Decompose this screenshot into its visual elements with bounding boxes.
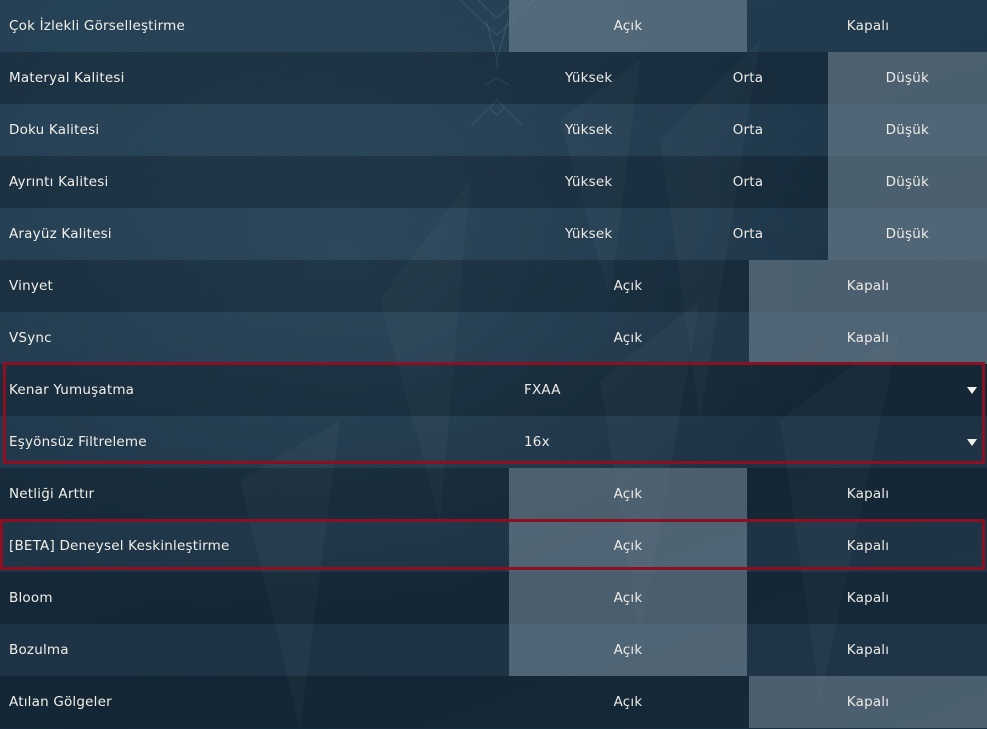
setting-label: Netliği Arttır: [9, 486, 95, 502]
setting-label: [BETA] Deneysel Keskinleştirme: [9, 538, 230, 554]
setting-label: Atılan Gölgeler: [9, 694, 112, 710]
setting-row-bloom: Bloom Açık Kapalı: [0, 572, 987, 624]
caret-down-icon: [967, 386, 977, 394]
toggle-group: Açık Kapalı: [509, 572, 987, 624]
option-on-button[interactable]: Açık: [509, 520, 747, 572]
toggle-group: Açık Kapalı: [509, 312, 987, 364]
option-medium-button[interactable]: Orta: [668, 52, 827, 104]
option-off-button[interactable]: Kapalı: [749, 520, 987, 572]
setting-label: Arayüz Kalitesi: [9, 226, 112, 242]
toggle-group: Açık Kapalı: [509, 520, 987, 572]
setting-row-vsync: VSync Açık Kapalı: [0, 312, 987, 364]
setting-label: Çok İzlekli Görselleştirme: [9, 18, 185, 34]
dropdown-value: FXAA: [524, 382, 561, 398]
option-high-button[interactable]: Yüksek: [509, 156, 668, 208]
option-low-button[interactable]: Düşük: [827, 104, 987, 156]
quality-group: Yüksek Orta Düşük: [509, 208, 987, 260]
toggle-group: Açık Kapalı: [509, 468, 987, 520]
option-off-button[interactable]: Kapalı: [749, 676, 987, 728]
setting-label: Bozulma: [9, 642, 69, 658]
option-on-button[interactable]: Açık: [509, 572, 747, 624]
dropdown-value: 16x: [524, 434, 550, 450]
option-on-button[interactable]: Açık: [509, 0, 747, 52]
setting-row-detail-quality: Ayrıntı Kalitesi Yüksek Orta Düşük: [0, 156, 987, 208]
setting-label: Doku Kalitesi: [9, 122, 100, 138]
option-medium-button[interactable]: Orta: [668, 156, 827, 208]
toggle-group: Açık Kapalı: [509, 260, 987, 312]
option-high-button[interactable]: Yüksek: [509, 104, 668, 156]
setting-row-distortion: Bozulma Açık Kapalı: [0, 624, 987, 676]
setting-label: Eşyönsüz Filtreleme: [9, 434, 147, 450]
option-on-button[interactable]: Açık: [509, 624, 747, 676]
setting-row-multithreaded-rendering: Çok İzlekli Görselleştirme Açık Kapalı: [0, 0, 987, 52]
option-off-button[interactable]: Kapalı: [749, 260, 987, 312]
option-off-button[interactable]: Kapalı: [749, 572, 987, 624]
option-on-button[interactable]: Açık: [509, 260, 747, 312]
setting-label: Kenar Yumuşatma: [9, 382, 135, 398]
option-on-button[interactable]: Açık: [509, 312, 747, 364]
toggle-group: Açık Kapalı: [509, 0, 987, 52]
setting-label: Materyal Kalitesi: [9, 70, 125, 86]
toggle-group: Açık Kapalı: [509, 676, 987, 728]
setting-row-material-quality: Materyal Kalitesi Yüksek Orta Düşük: [0, 52, 987, 104]
setting-row-ui-quality: Arayüz Kalitesi Yüksek Orta Düşük: [0, 208, 987, 260]
option-off-button[interactable]: Kapalı: [749, 0, 987, 52]
option-off-button[interactable]: Kapalı: [749, 624, 987, 676]
setting-row-improve-clarity: Netliği Arttır Açık Kapalı: [0, 468, 987, 520]
setting-label: VSync: [9, 330, 52, 346]
setting-row-cast-shadows: Atılan Gölgeler Açık Kapalı: [0, 676, 987, 728]
option-medium-button[interactable]: Orta: [668, 208, 827, 260]
option-low-button[interactable]: Düşük: [827, 52, 987, 104]
graphics-settings-list: Çok İzlekli Görselleştirme Açık Kapalı M…: [0, 0, 987, 728]
setting-row-anti-aliasing: Kenar Yumuşatma FXAA: [0, 364, 987, 416]
option-on-button[interactable]: Açık: [509, 468, 747, 520]
setting-row-experimental-sharpening: [BETA] Deneysel Keskinleştirme Açık Kapa…: [0, 520, 987, 572]
option-high-button[interactable]: Yüksek: [509, 208, 668, 260]
toggle-group: Açık Kapalı: [509, 624, 987, 676]
option-low-button[interactable]: Düşük: [827, 156, 987, 208]
option-high-button[interactable]: Yüksek: [509, 52, 668, 104]
quality-group: Yüksek Orta Düşük: [509, 156, 987, 208]
quality-group: Yüksek Orta Düşük: [509, 104, 987, 156]
quality-group: Yüksek Orta Düşük: [509, 52, 987, 104]
setting-row-vignette: Vinyet Açık Kapalı: [0, 260, 987, 312]
setting-label: Ayrıntı Kalitesi: [9, 174, 109, 190]
setting-row-texture-quality: Doku Kalitesi Yüksek Orta Düşük: [0, 104, 987, 156]
option-off-button[interactable]: Kapalı: [749, 468, 987, 520]
option-low-button[interactable]: Düşük: [827, 208, 987, 260]
option-off-button[interactable]: Kapalı: [749, 312, 987, 364]
setting-label: Bloom: [9, 590, 53, 606]
setting-label: Vinyet: [9, 278, 54, 294]
anisotropic-filtering-dropdown[interactable]: 16x: [509, 416, 987, 468]
caret-down-icon: [967, 438, 977, 446]
option-on-button[interactable]: Açık: [509, 676, 747, 728]
option-medium-button[interactable]: Orta: [668, 104, 827, 156]
anti-aliasing-dropdown[interactable]: FXAA: [509, 364, 987, 416]
setting-row-anisotropic-filtering: Eşyönsüz Filtreleme 16x: [0, 416, 987, 468]
